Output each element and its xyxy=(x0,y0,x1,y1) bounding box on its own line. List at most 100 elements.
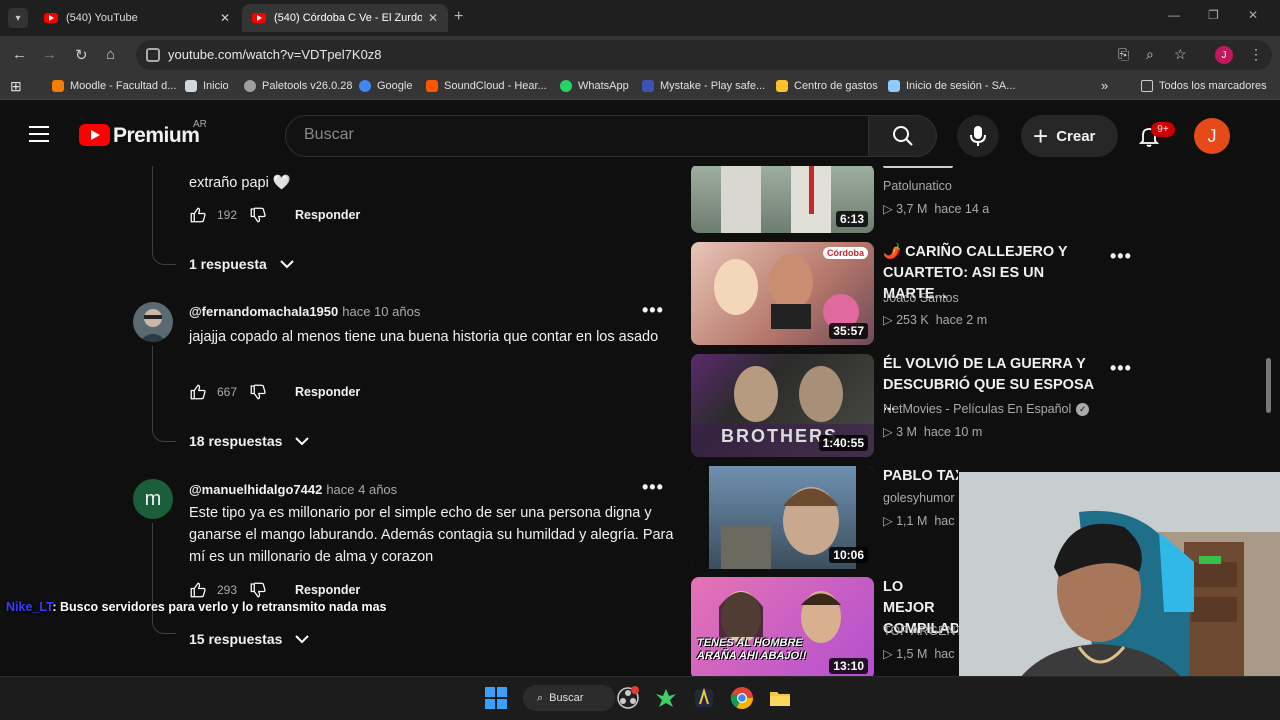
microphone-icon xyxy=(970,126,986,146)
video-channel[interactable]: Joaco Santos xyxy=(883,291,959,305)
taskbar-search[interactable]: ⌕ Buscar xyxy=(523,685,615,711)
video-channel[interactable]: golesyhumor xyxy=(883,491,955,505)
search-input[interactable] xyxy=(304,126,844,144)
menu-hamburger-icon[interactable] xyxy=(29,126,49,147)
comment-timestamp[interactable]: hace 10 años xyxy=(342,304,420,319)
video-meta: ▷ 3,7 M hace 14 a xyxy=(883,202,990,216)
account-avatar[interactable]: J xyxy=(1194,118,1230,154)
video-channel[interactable]: TOP ARGENT xyxy=(883,624,963,638)
like-icon[interactable] xyxy=(189,383,207,401)
browser-toolbar: ← → ↻ ⌂ youtube.com/watch?v=VDTpel7K0z8 … xyxy=(0,36,1280,74)
bookmark-favicon-icon xyxy=(888,80,900,92)
youtube-logo-icon[interactable] xyxy=(79,124,110,146)
page-scrollbar-thumb[interactable] xyxy=(1266,358,1271,413)
upload-age: hac xyxy=(934,514,955,528)
window-close-button[interactable]: ✕ xyxy=(1248,8,1258,22)
back-arrow-icon[interactable]: ← xyxy=(12,46,27,63)
create-button[interactable]: + Crear xyxy=(1021,115,1118,157)
reply-button[interactable]: Responder xyxy=(295,208,360,222)
all-bookmarks-folder[interactable]: Todos los marcadores xyxy=(1141,80,1267,92)
comment-timestamp[interactable]: hace 4 años xyxy=(326,482,397,497)
chrome-icon[interactable] xyxy=(730,686,754,710)
reply-button[interactable]: Responder xyxy=(295,385,360,399)
site-info-icon[interactable] xyxy=(146,48,160,62)
plus-icon: + xyxy=(1033,121,1049,151)
video-thumbnail[interactable]: TENES AL HOMBRE ARAÑA AHI ABAJO!! 13:10 xyxy=(691,577,874,676)
bookmark-centro-gastos[interactable]: Centro de gastos xyxy=(776,80,878,92)
video-thumbnail[interactable]: BROTHERS 1:40:55 xyxy=(691,354,874,457)
tab-title: (540) Córdoba C Ve - El Zurdo xyxy=(274,12,422,24)
like-count: 667 xyxy=(217,385,238,399)
streaming-app-icon[interactable] xyxy=(654,686,678,710)
video-channel[interactable]: Patolunatico xyxy=(883,179,952,193)
comment-author[interactable]: @manuelhidalgo7442 hace 4 años xyxy=(189,482,397,497)
browser-menu-icon[interactable]: ⋮ xyxy=(1249,46,1263,63)
chevron-down-icon xyxy=(280,260,294,269)
replies-toggle[interactable]: 18 respuestas xyxy=(189,433,310,449)
video-thumbnail[interactable]: 6:13 xyxy=(691,166,874,233)
address-bar[interactable]: youtube.com/watch?v=VDTpel7K0z8 ⎘ ⌕ ☆ J … xyxy=(136,40,1272,70)
video-thumbnail[interactable]: Córdoba 35:57 xyxy=(691,242,874,345)
restore-button[interactable]: ❐ xyxy=(1208,8,1219,22)
replies-toggle[interactable]: 1 respuesta xyxy=(189,256,295,272)
bookmark-inicio[interactable]: Inicio xyxy=(185,80,229,92)
video-title[interactable]: PABLO TAXISTA xyxy=(883,466,958,487)
bookmark-inicio-sesion[interactable]: Inicio de sesión - SA... xyxy=(888,80,1015,92)
dislike-icon[interactable] xyxy=(249,383,267,401)
search-button[interactable] xyxy=(869,115,937,157)
bookmarks-overflow-button[interactable]: » xyxy=(1101,78,1108,93)
browser-profile-avatar[interactable]: J xyxy=(1215,46,1233,64)
reload-icon[interactable]: ↻ xyxy=(75,46,88,64)
comment-actions: 667 Responder xyxy=(189,380,360,404)
video-more-options-icon[interactable]: ••• xyxy=(1110,358,1132,379)
tab-search-menu-button[interactable]: ▾ xyxy=(8,8,28,28)
browser-tab-cordoba[interactable]: (540) Córdoba C Ve - El Zurdo ✕ xyxy=(242,4,448,32)
bookmark-star-icon[interactable]: ☆ xyxy=(1174,46,1187,63)
like-icon[interactable] xyxy=(189,206,207,224)
home-icon[interactable]: ⌂ xyxy=(106,46,115,63)
youtube-premium-logo-text[interactable]: Premium xyxy=(113,124,200,148)
bookmark-whatsapp[interactable]: WhatsApp xyxy=(560,80,629,92)
voice-search-button[interactable] xyxy=(957,115,999,157)
author-handle[interactable]: @manuelhidalgo7442 xyxy=(189,482,322,497)
app-icon[interactable] xyxy=(692,686,716,710)
comment-more-options-icon[interactable]: ••• xyxy=(642,300,664,321)
stream-chat-message: Nike_LT: Busco servidores para verlo y l… xyxy=(6,600,386,614)
close-icon[interactable]: ✕ xyxy=(428,11,438,25)
bookmark-label: Inicio de sesión - SA... xyxy=(906,80,1016,92)
video-meta: ▷ 1,5 M hac xyxy=(883,647,955,661)
bookmark-mystake[interactable]: Mystake - Play safe... xyxy=(642,80,765,92)
video-meta: ▷ 253 K hace 2 m xyxy=(883,313,988,327)
channel-name[interactable]: NetMovies - Películas En Español xyxy=(883,402,1071,416)
commenter-avatar[interactable] xyxy=(133,302,173,342)
dislike-icon[interactable] xyxy=(249,581,267,599)
author-handle[interactable]: @fernandomachala1950 xyxy=(189,304,338,319)
windows-start-icon[interactable] xyxy=(484,686,508,710)
bookmark-label: Mystake - Play safe... xyxy=(660,80,766,92)
browser-tab-youtube[interactable]: (540) YouTube ✕ xyxy=(34,4,240,32)
video-thumbnail[interactable]: 10:06 xyxy=(691,466,874,569)
comment-author[interactable]: @fernandomachala1950 hace 10 años xyxy=(189,304,420,319)
video-channel[interactable]: NetMovies - Películas En Español ✓ xyxy=(883,402,1090,417)
zoom-icon[interactable]: ⌕ xyxy=(1146,46,1154,63)
like-icon[interactable] xyxy=(189,581,207,599)
comment-more-options-icon[interactable]: ••• xyxy=(642,477,664,498)
obs-icon[interactable] xyxy=(616,686,640,710)
apps-grid-icon[interactable]: ⊞ xyxy=(10,78,22,95)
forward-arrow-icon[interactable]: → xyxy=(42,46,57,63)
bookmark-google[interactable]: Google xyxy=(359,80,412,92)
reply-button[interactable]: Responder xyxy=(295,583,360,597)
close-icon[interactable]: ✕ xyxy=(220,11,230,25)
video-more-options-icon[interactable]: ••• xyxy=(1110,246,1132,267)
file-explorer-icon[interactable] xyxy=(768,686,792,710)
commenter-avatar[interactable]: m xyxy=(133,479,173,519)
new-tab-button[interactable]: + xyxy=(454,8,463,26)
bookmark-paletools[interactable]: Paletools v26.0.28 xyxy=(244,80,353,92)
bookmark-soundcloud[interactable]: SoundCloud - Hear... xyxy=(426,80,547,92)
install-app-icon[interactable]: ⎘ xyxy=(1118,46,1129,63)
minimize-button[interactable]: — xyxy=(1168,8,1180,22)
dislike-icon[interactable] xyxy=(249,206,267,224)
search-box[interactable] xyxy=(285,115,869,157)
replies-toggle[interactable]: 15 respuestas xyxy=(189,631,310,647)
bookmark-moodle[interactable]: Moodle - Facultad d... xyxy=(52,80,176,92)
